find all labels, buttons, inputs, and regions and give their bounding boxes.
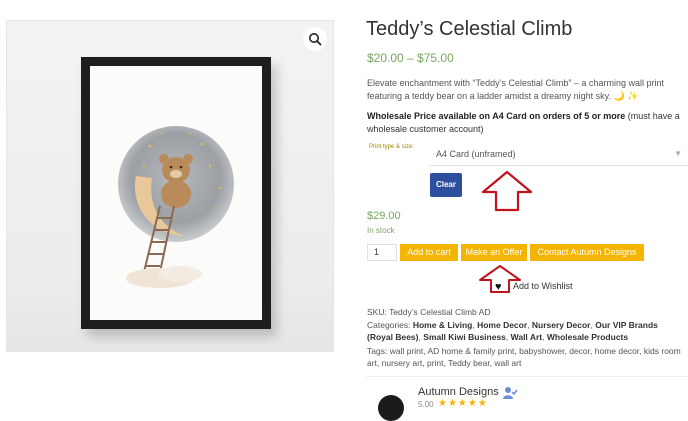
magnifier-icon xyxy=(309,33,322,46)
tags-label: Tags: xyxy=(367,346,388,356)
tags-links[interactable]: wall print, AD home & family print, baby… xyxy=(367,346,681,368)
category-link[interactable]: Wall Art xyxy=(511,332,542,342)
teddy-illustration xyxy=(118,126,234,288)
variation-price: $29.00 xyxy=(367,210,401,222)
category-link[interactable]: Home Decor xyxy=(477,320,527,330)
categories-label: Categories: xyxy=(367,320,411,330)
tags-row: Tags: wall print, AD home & family print… xyxy=(367,345,685,369)
zoom-button[interactable] xyxy=(303,27,327,51)
product-title: Teddy’s Celestial Climb xyxy=(366,18,573,40)
quantity-input[interactable]: 1 xyxy=(367,244,397,261)
wholesale-note-bold: Wholesale Price available on A4 Card on … xyxy=(367,111,626,121)
clear-button[interactable]: Clear xyxy=(430,173,462,197)
add-to-wishlist-link[interactable]: Add to Wishlist xyxy=(513,281,573,291)
contact-vendor-button[interactable]: Contact Autumn Designs xyxy=(530,244,644,261)
category-link[interactable]: Nursery Decor xyxy=(532,320,591,330)
categories-row: Categories: Home & Living, Home Decor, N… xyxy=(367,320,658,342)
star-rating-icon: ★★★★★ xyxy=(438,398,488,409)
heart-icon[interactable]: ♥ xyxy=(495,282,502,293)
print-mat xyxy=(90,66,262,320)
chevron-down-icon: ▼ xyxy=(674,149,682,158)
category-link[interactable]: Wholesale Products xyxy=(547,332,628,342)
verified-user-icon xyxy=(503,387,518,399)
category-link[interactable]: Home & Living xyxy=(413,320,473,330)
product-image[interactable] xyxy=(6,20,334,352)
store-rating-value: 5.00 xyxy=(418,400,434,409)
select-value: A4 Card (unframed) xyxy=(436,149,516,159)
wholesale-note: Wholesale Price available on A4 Card on … xyxy=(367,110,682,136)
price-range: $20.00 – $75.00 xyxy=(367,51,454,65)
variation-label: Print type & size: xyxy=(369,144,415,150)
add-to-cart-button[interactable]: Add to cart xyxy=(400,244,458,261)
make-offer-button[interactable]: Make an Offer xyxy=(461,244,527,261)
store-avatar xyxy=(378,395,404,421)
stock-status: In stock xyxy=(367,226,395,235)
store-name[interactable]: Autumn Designs xyxy=(418,386,499,398)
product-description: Elevate enchantment with “Teddy’s Celest… xyxy=(367,78,664,101)
store-card[interactable]: Autumn Designs 5.00 ★★★★★ xyxy=(366,376,688,421)
sku-label: SKU: xyxy=(367,307,387,317)
sku-value: Teddy’s Celestial Climb AD xyxy=(389,307,491,317)
sku-row: SKU: Teddy’s Celestial Climb AD xyxy=(367,306,685,318)
up-arrow-annotation-icon xyxy=(481,170,533,212)
category-link[interactable]: Small Kiwi Business xyxy=(423,332,506,342)
framed-print xyxy=(81,57,271,329)
print-type-select[interactable]: A4 Card (unframed) ▼ xyxy=(430,144,688,166)
